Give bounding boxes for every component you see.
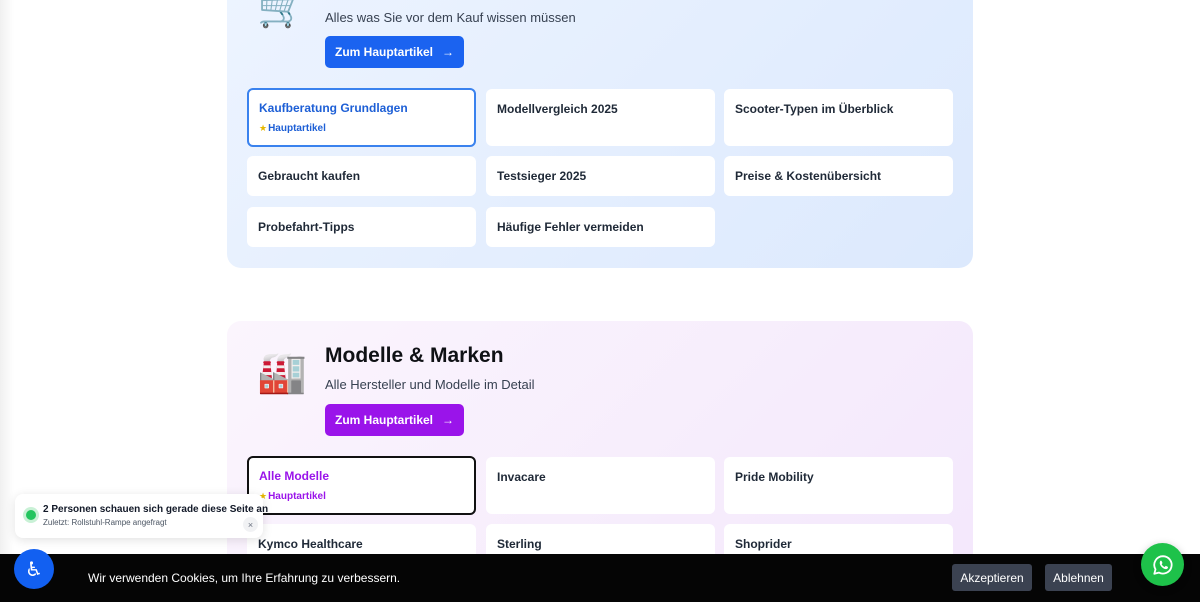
card-preise[interactable]: Preise & Kostenübersicht: [724, 156, 953, 196]
card-label: Scooter-Typen im Überblick: [735, 102, 894, 116]
card-label: Invacare: [497, 470, 546, 484]
decline-cookies-button[interactable]: Ablehnen: [1045, 564, 1112, 591]
card-kaufberatung-grundlagen[interactable]: Kaufberatung Grundlagen ★Hauptartikel: [247, 88, 476, 147]
accept-cookies-button[interactable]: Akzeptieren: [952, 564, 1032, 591]
shopping-cart-icon: 🛒: [257, 0, 307, 29]
section-subtitle: Alles was Sie vor dem Kauf wissen müssen: [325, 10, 576, 25]
card-modellvergleich[interactable]: Modellvergleich 2025: [486, 89, 715, 146]
card-pride-mobility[interactable]: Pride Mobility: [724, 457, 953, 514]
accessibility-button[interactable]: ♿: [14, 549, 54, 589]
card-label: Shoprider: [735, 537, 792, 551]
card-label: Kymco Healthcare: [258, 537, 363, 551]
live-viewers-notice: 2 Personen schauen sich gerade diese Sei…: [15, 494, 268, 538]
button-label: Zum Hauptartikel: [334, 45, 433, 59]
arrow-right-icon: →: [442, 45, 454, 59]
card-label: Modellvergleich 2025: [497, 102, 618, 116]
card-scooter-typen[interactable]: Scooter-Typen im Überblick: [724, 89, 953, 146]
card-invacare[interactable]: Invacare: [486, 457, 715, 514]
card-label: Häufige Fehler vermeiden: [497, 220, 644, 234]
card-label: Alle Modelle: [259, 469, 330, 483]
arrow-right-icon: →: [442, 413, 454, 427]
card-label: Pride Mobility: [735, 470, 814, 484]
star-icon: ★: [259, 123, 268, 133]
whatsapp-button[interactable]: [1141, 543, 1184, 586]
card-label: Kaufberatung Grundlagen: [259, 101, 408, 115]
card-label: Sterling: [497, 537, 542, 551]
close-icon[interactable]: ×: [243, 517, 258, 532]
card-probefahrt[interactable]: Probefahrt-Tipps: [247, 207, 476, 247]
main-article-badge: ★Hauptartikel: [259, 123, 464, 134]
card-label: Preise & Kostenübersicht: [735, 169, 882, 183]
viewers-subtext: Zuletzt: Rollstuhl-Rampe angefragt: [43, 518, 167, 527]
page-edge-shadow: [0, 0, 14, 602]
section-subtitle: Alle Hersteller und Modelle im Detail: [325, 377, 535, 392]
card-label: Probefahrt-Tipps: [258, 220, 355, 234]
card-alle-modelle[interactable]: Alle Modelle ★Hauptartikel: [247, 456, 476, 515]
factory-icon: 🏭: [257, 351, 307, 395]
section-title: Modelle & Marken: [325, 344, 504, 367]
section-kaufberatung: 🛒 Alles was Sie vor dem Kauf wissen müss…: [227, 0, 973, 268]
card-label: Testsieger 2025: [497, 169, 587, 183]
card-gebraucht-kaufen[interactable]: Gebraucht kaufen: [247, 156, 476, 196]
card-testsieger[interactable]: Testsieger 2025: [486, 156, 715, 196]
cookie-bar: Wir verwenden Cookies, um Ihre Erfahrung…: [0, 554, 1200, 602]
whatsapp-icon: [1152, 554, 1173, 575]
card-label: Gebraucht kaufen: [258, 169, 361, 183]
viewers-text: 2 Personen schauen sich gerade diese Sei…: [43, 504, 269, 515]
cookie-text: Wir verwenden Cookies, um Ihre Erfahrung…: [88, 571, 401, 585]
accessibility-icon: ♿: [25, 558, 43, 581]
badge-label: Hauptartikel: [268, 123, 326, 134]
button-label: Zum Hauptartikel: [334, 413, 433, 427]
main-article-button[interactable]: Zum Hauptartikel →: [325, 36, 464, 68]
badge-label: Hauptartikel: [268, 491, 326, 502]
live-dot-icon: [26, 510, 36, 520]
card-haeufige-fehler[interactable]: Häufige Fehler vermeiden: [486, 207, 715, 247]
main-article-badge: ★Hauptartikel: [259, 491, 464, 502]
main-article-button[interactable]: Zum Hauptartikel →: [325, 404, 464, 436]
